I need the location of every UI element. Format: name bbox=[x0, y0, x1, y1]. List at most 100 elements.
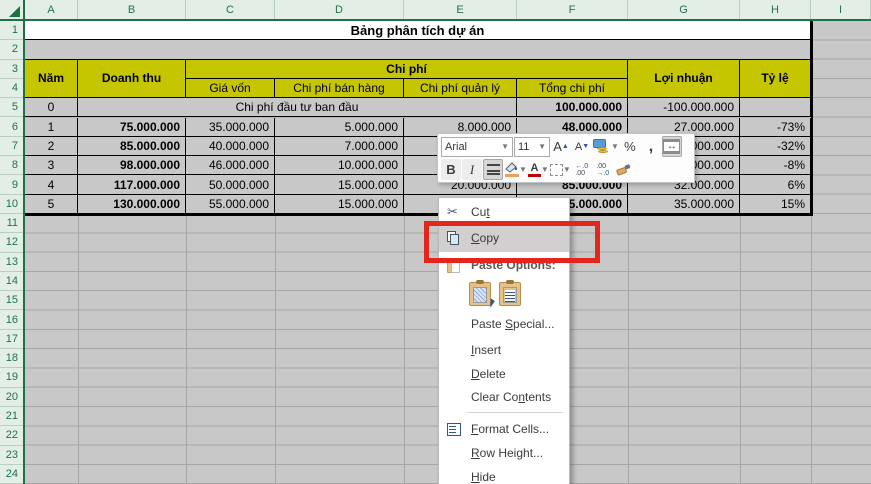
table-cell[interactable]: 50.000.000 bbox=[186, 175, 275, 195]
row-header-2[interactable]: 2 bbox=[0, 40, 23, 60]
paste-keep-formatting-button[interactable] bbox=[469, 280, 495, 308]
paste-button[interactable] bbox=[499, 280, 521, 306]
font-name-select[interactable]: Arial ▼ bbox=[441, 136, 513, 157]
decrease-decimal-button[interactable]: .00 →.0 bbox=[593, 159, 613, 180]
cell-initial-total-cost[interactable]: 100.000.000 bbox=[517, 98, 628, 118]
format-painter-button[interactable] bbox=[614, 159, 634, 180]
fill-color-button[interactable]: ▼ bbox=[504, 159, 527, 180]
table-cell[interactable]: 15.000.000 bbox=[275, 194, 404, 214]
row-header-9[interactable]: 9 bbox=[0, 175, 23, 195]
column-header-H[interactable]: H bbox=[740, 0, 811, 19]
table-cell[interactable]: 1 bbox=[25, 117, 78, 137]
header-cell-year[interactable]: Năm bbox=[25, 59, 78, 99]
column-header-D[interactable]: D bbox=[275, 0, 404, 19]
table-cell[interactable]: 2 bbox=[25, 136, 78, 157]
table-cell[interactable]: 117.000.000 bbox=[78, 175, 186, 195]
table-cell[interactable]: 6% bbox=[740, 175, 811, 195]
row-header-13[interactable]: 13 bbox=[0, 253, 23, 272]
cell-initial-profit[interactable]: -100.000.000 bbox=[628, 98, 740, 118]
row-header-19[interactable]: 19 bbox=[0, 368, 23, 388]
row-header-17[interactable]: 17 bbox=[0, 330, 23, 350]
row-header-1[interactable]: 1 bbox=[0, 21, 23, 41]
grow-font-button[interactable]: A ▲ bbox=[551, 136, 571, 157]
table-cell[interactable]: 46.000.000 bbox=[186, 156, 275, 176]
row-header-14[interactable]: 14 bbox=[0, 272, 23, 292]
table-cell[interactable]: 5.000.000 bbox=[275, 117, 404, 137]
table-cell[interactable]: 15.000.000 bbox=[275, 175, 404, 195]
table-cell[interactable]: 4 bbox=[25, 175, 78, 195]
menu-item-delete[interactable]: Delete bbox=[439, 362, 569, 386]
row-header-15[interactable]: 15 bbox=[0, 291, 23, 311]
column-header-G[interactable]: G bbox=[628, 0, 740, 19]
table-cell[interactable]: 3 bbox=[25, 156, 78, 176]
table-cell[interactable]: -73% bbox=[740, 117, 811, 137]
menu-item-format-cells[interactable]: Format Cells... bbox=[439, 417, 569, 441]
borders-button[interactable]: ▼ bbox=[549, 159, 571, 180]
row-header-24[interactable]: 24 bbox=[0, 465, 23, 484]
table-cell[interactable]: 7.000.000 bbox=[275, 136, 404, 157]
table-cell[interactable]: 10.000.000 bbox=[275, 156, 404, 176]
column-header-I[interactable]: I bbox=[811, 0, 871, 19]
comma-style-button[interactable]: , bbox=[641, 136, 661, 157]
header-cell-admin-cost[interactable]: Chi phí quản lý bbox=[404, 78, 517, 99]
table-cell[interactable]: 15% bbox=[740, 194, 811, 214]
table-cell[interactable]: 35.000.000 bbox=[628, 194, 740, 214]
cell-initial-ratio-empty[interactable] bbox=[740, 98, 811, 118]
font-size-select[interactable]: 11 ▼ bbox=[514, 136, 550, 157]
menu-item-insert[interactable]: Insert bbox=[439, 338, 569, 362]
table-cell[interactable]: 55.000.000 bbox=[186, 194, 275, 214]
increase-decimal-button[interactable]: ←.0 .00 bbox=[572, 159, 592, 180]
table-cell[interactable]: -32% bbox=[740, 136, 811, 157]
shrink-font-button[interactable]: A ▼ bbox=[572, 136, 592, 157]
menu-item-row-height[interactable]: Row Height... bbox=[439, 441, 569, 465]
header-cell-profit[interactable]: Lợi nhuận bbox=[628, 59, 740, 99]
accounting-format-button[interactable]: ▼ bbox=[593, 136, 619, 157]
table-cell[interactable]: 75.000.000 bbox=[78, 117, 186, 137]
row-header-3[interactable]: 3 bbox=[0, 60, 23, 79]
row-header-10[interactable]: 10 bbox=[0, 195, 23, 214]
header-cell-total-cost[interactable]: Tổng chi phí bbox=[517, 78, 628, 99]
column-header-F[interactable]: F bbox=[517, 0, 628, 19]
menu-item-paste-special[interactable]: Paste Special... bbox=[439, 310, 569, 338]
header-cell-ratio[interactable]: Tỷ lệ bbox=[740, 59, 811, 99]
menu-item-hide[interactable]: Hide bbox=[439, 465, 569, 484]
autofit-button[interactable]: ↔ bbox=[661, 136, 682, 157]
table-cell[interactable]: 5 bbox=[25, 194, 78, 214]
table-cell[interactable]: 35.000.000 bbox=[186, 117, 275, 137]
row-header-5[interactable]: 5 bbox=[0, 98, 23, 118]
menu-item-clear-contents[interactable]: Clear Contents bbox=[439, 386, 569, 408]
select-all-corner[interactable] bbox=[0, 0, 25, 21]
row-header-18[interactable]: 18 bbox=[0, 349, 23, 369]
row-header-22[interactable]: 22 bbox=[0, 426, 23, 446]
table-cell[interactable]: 85.000.000 bbox=[78, 136, 186, 157]
column-header-A[interactable]: A bbox=[25, 0, 78, 19]
row-header-7[interactable]: 7 bbox=[0, 137, 23, 157]
row-header-23[interactable]: 23 bbox=[0, 446, 23, 465]
bold-button[interactable]: B bbox=[441, 159, 461, 180]
row-header-11[interactable]: 11 bbox=[0, 214, 23, 234]
table-cell[interactable]: 40.000.000 bbox=[186, 136, 275, 157]
row-header-16[interactable]: 16 bbox=[0, 310, 23, 330]
row-header-20[interactable]: 20 bbox=[0, 388, 23, 407]
column-header-B[interactable]: B bbox=[78, 0, 186, 19]
header-cell-cost-group[interactable]: Chi phí bbox=[186, 59, 628, 79]
row-header-6[interactable]: 6 bbox=[0, 117, 23, 137]
row-header-8[interactable]: 8 bbox=[0, 156, 23, 176]
column-header-C[interactable]: C bbox=[186, 0, 275, 19]
column-header-E[interactable]: E bbox=[404, 0, 517, 19]
table-cell[interactable]: 130.000.000 bbox=[78, 194, 186, 214]
table-title-cell[interactable]: Bảng phân tích dự án bbox=[25, 21, 811, 41]
row-header-12[interactable]: 12 bbox=[0, 233, 23, 253]
cell-initial-cost-label[interactable]: Chi phí đầu tư ban đầu bbox=[78, 98, 517, 118]
cell-year-0[interactable]: 0 bbox=[25, 98, 78, 118]
table-cell[interactable]: -8% bbox=[740, 156, 811, 176]
header-cell-selling-cost[interactable]: Chi phí bán hàng bbox=[275, 78, 404, 99]
italic-button[interactable]: I bbox=[462, 159, 482, 180]
percent-style-button[interactable]: % bbox=[620, 136, 640, 157]
table-cell[interactable]: 98.000.000 bbox=[78, 156, 186, 176]
header-cell-cogs[interactable]: Giá vốn bbox=[186, 78, 275, 99]
header-cell-revenue[interactable]: Doanh thu bbox=[78, 59, 186, 99]
font-color-button[interactable]: A ▼ bbox=[527, 159, 549, 180]
row-header-4[interactable]: 4 bbox=[0, 79, 23, 99]
row-header-21[interactable]: 21 bbox=[0, 407, 23, 427]
